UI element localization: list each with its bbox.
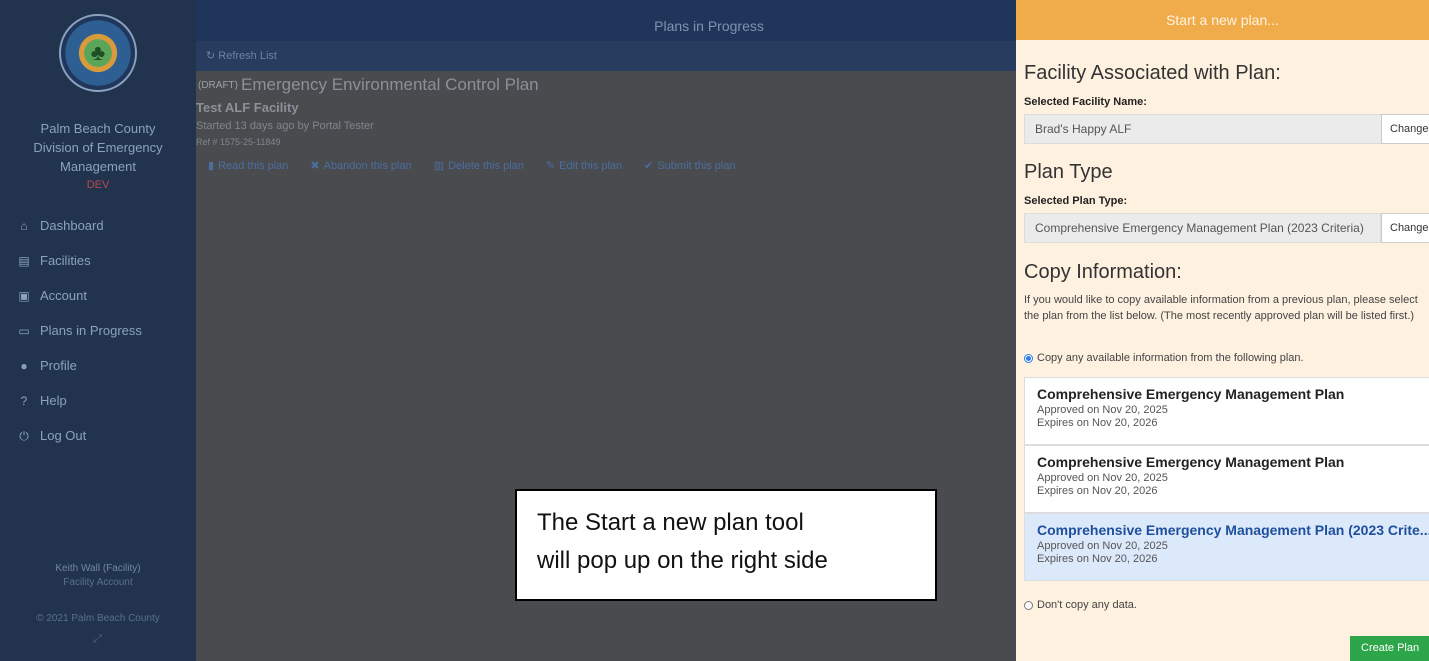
previous-plan-title: Comprehensive Emergency Management Plan <box>1037 454 1345 470</box>
previous-plan-item-selected[interactable]: Comprehensive Emergency Management Plan … <box>1024 513 1429 581</box>
previous-plan-expires: Expires on Nov 20, 2026 <box>1037 553 1158 565</box>
question-icon: ? <box>20 394 28 408</box>
previous-plan-expires: Expires on Nov 20, 2026 <box>1037 485 1158 497</box>
submit-plan-label: Submit this plan <box>657 160 736 172</box>
refresh-list-button[interactable]: ↻ Refresh List <box>206 49 277 62</box>
radio-unselected-icon <box>1024 600 1033 610</box>
previous-plan-approved: Approved on Nov 20, 2025 <box>1037 540 1168 552</box>
org-name: Palm Beach County Division of Emergency … <box>33 121 163 174</box>
sidebar: ♣ Palm Beach County Division of Emergenc… <box>0 0 196 661</box>
refresh-icon: ↻ <box>206 50 219 62</box>
sidebar-item-label: Log Out <box>40 428 87 443</box>
sidebar-item-label: Profile <box>40 358 77 373</box>
sidebar-item-label: Help <box>40 393 67 408</box>
sidebar-item-label: Dashboard <box>40 218 104 233</box>
plan-type-field: Comprehensive Emergency Management Plan … <box>1024 213 1381 243</box>
copy-information-heading: Copy Information: <box>1024 261 1182 283</box>
home-icon: ⌂ <box>20 219 28 233</box>
county-seal-logo: ♣ <box>59 14 137 92</box>
copy-description: If you would like to copy available info… <box>1024 294 1418 322</box>
no-copy-label: Don't copy any data. <box>1037 599 1137 611</box>
user-name: Keith Wall (Facility) <box>55 563 141 574</box>
read-plan-label: Read this plan <box>218 160 289 172</box>
sidebar-item-label: Account <box>40 288 87 303</box>
plan-started-info: Started 13 days ago by Portal Tester <box>196 120 374 132</box>
sidebar-item-facilities[interactable]: ▤ Facilities <box>0 243 196 278</box>
previous-plan-item[interactable]: Comprehensive Emergency Management Plan … <box>1024 445 1429 513</box>
previous-plan-title: Comprehensive Emergency Management Plan … <box>1037 522 1429 538</box>
user-role: Facility Account <box>63 577 133 588</box>
plan-actions: ▮ Read this plan ✖ Abandon this plan ▥ Dele… <box>208 159 736 172</box>
create-plan-button[interactable]: Create Plan <box>1350 636 1429 661</box>
facility-label: Selected Facility Name: <box>1024 96 1147 108</box>
sidebar-item-log-out[interactable]: ⏻ Log Out <box>0 418 196 453</box>
previous-plan-approved: Approved on Nov 20, 2025 <box>1037 404 1168 416</box>
previous-plan-item[interactable]: Comprehensive Emergency Management Plan … <box>1024 377 1429 445</box>
sidebar-item-profile[interactable]: ● Profile <box>0 348 196 383</box>
delete-plan-link[interactable]: ▥ Delete this plan <box>434 159 524 172</box>
palm-tree-icon: ♣ <box>90 40 106 65</box>
power-icon: ⏻ <box>19 429 29 443</box>
plan-facility-name: Test ALF Facility <box>196 100 299 115</box>
facility-heading: Facility Associated with Plan: <box>1024 62 1281 84</box>
sidebar-item-account[interactable]: ▣ Account <box>0 278 196 313</box>
plan-title: Emergency Environmental Control Plan <box>241 75 539 94</box>
app-window: ♣ Palm Beach County Division of Emergenc… <box>0 0 1429 661</box>
check-icon: ✔ <box>644 160 654 172</box>
copyright: © 2021 Palm Beach County <box>36 613 160 624</box>
edit-plan-label: Edit this plan <box>559 160 623 172</box>
abandon-plan-link[interactable]: ✖ Abandon this plan <box>310 159 411 172</box>
radio-selected-icon <box>1024 353 1033 363</box>
refresh-list-label: Refresh List <box>218 50 277 62</box>
change-plan-type-button[interactable]: Change <box>1381 213 1429 243</box>
submit-plan-link[interactable]: ✔ Submit this plan <box>644 159 735 172</box>
previous-plan-approved: Approved on Nov 20, 2025 <box>1037 472 1168 484</box>
trash-icon: ▥ <box>433 160 445 172</box>
user-icon: ● <box>20 359 28 373</box>
plan-reference-number: Ref # 1575-25-11849 <box>196 137 281 147</box>
x-icon: ✖ <box>310 160 320 172</box>
panel-header: Start a new plan... <box>1016 0 1429 40</box>
pencil-icon: ✎ <box>545 160 556 172</box>
sidebar-item-label: Plans in Progress <box>40 323 142 338</box>
annotation-callout: The Start a new plan tool will pop up on… <box>515 489 937 601</box>
sidebar-item-help[interactable]: ? Help <box>0 383 196 418</box>
card-icon: ▣ <box>18 289 30 303</box>
sidebar-nav: ⌂ Dashboard ▤ Facilities ▣ Account ▭ Plans i… <box>0 208 196 453</box>
callout-text: The Start a new plan tool will pop up on… <box>537 509 828 574</box>
facility-name-field: Brad's Happy ALF <box>1024 114 1382 144</box>
change-facility-button[interactable]: Change <box>1381 114 1429 144</box>
previous-plan-expires: Expires on Nov 20, 2026 <box>1037 417 1158 429</box>
plan-status-badge: (DRAFT) <box>198 80 238 91</box>
sidebar-item-plans-in-progress[interactable]: ▭ Plans in Progress <box>0 313 196 348</box>
copy-data-label: Copy any available information from the … <box>1037 352 1304 364</box>
expand-icon[interactable]: ⤢ <box>93 633 102 646</box>
environment-badge: DEV <box>86 179 110 191</box>
plan-type-label: Selected Plan Type: <box>1024 195 1128 207</box>
abandon-plan-label: Abandon this plan <box>323 160 412 172</box>
copy-data-radio[interactable]: Copy any available information from the … <box>1024 352 1304 364</box>
plan-type-heading: Plan Type <box>1024 161 1113 183</box>
building-icon: ▤ <box>18 254 30 268</box>
inbox-icon: ▭ <box>18 324 30 338</box>
new-plan-panel: Start a new plan... Facility Associated … <box>1016 0 1429 661</box>
no-copy-radio[interactable]: Don't copy any data. <box>1024 599 1137 611</box>
sidebar-item-dashboard[interactable]: ⌂ Dashboard <box>0 208 196 243</box>
book-icon: ▮ <box>208 160 215 172</box>
edit-plan-link[interactable]: ✎ Edit this plan <box>546 159 622 172</box>
read-plan-link[interactable]: ▮ Read this plan <box>208 159 288 172</box>
delete-plan-label: Delete this plan <box>448 160 524 172</box>
sidebar-item-label: Facilities <box>40 253 91 268</box>
previous-plan-title: Comprehensive Emergency Management Plan <box>1037 386 1345 402</box>
